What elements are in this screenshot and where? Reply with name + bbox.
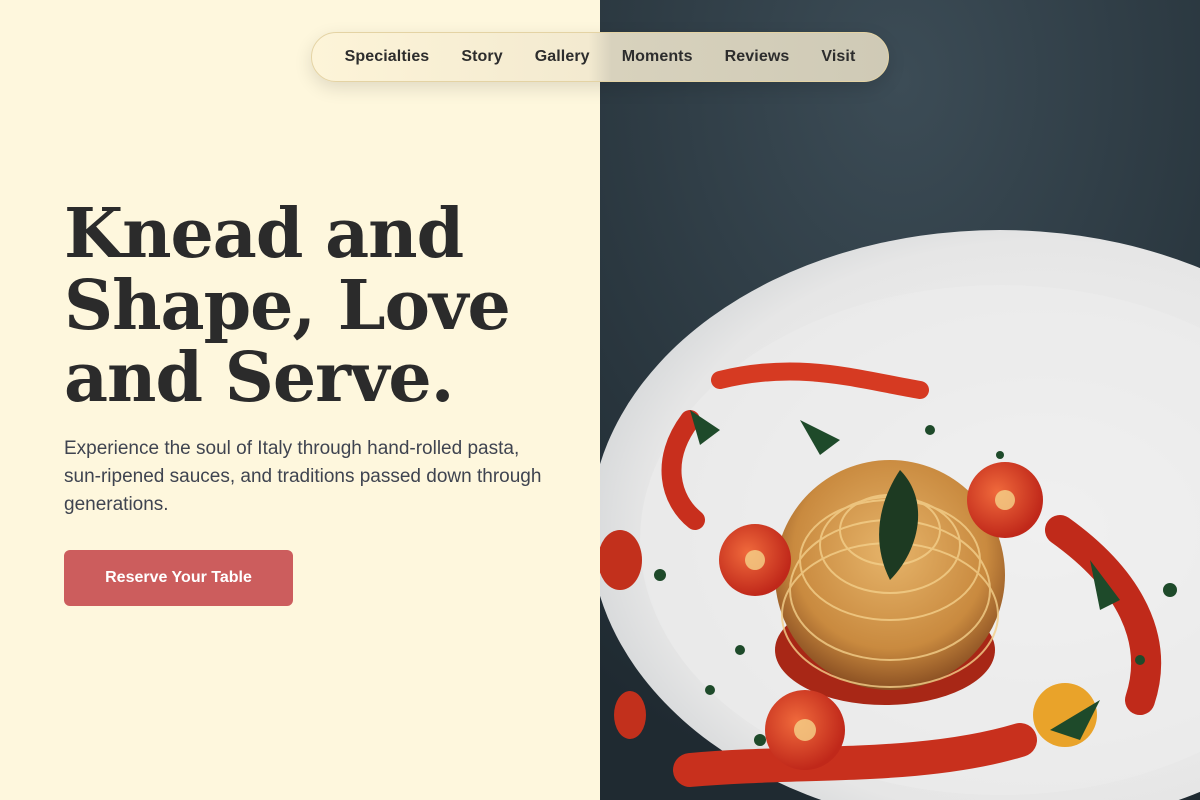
headline-line-2: Shape, Love [64, 266, 511, 346]
hero-headline: Knead and Shape, Love and Serve. [64, 198, 584, 414]
nav-link-reviews[interactable]: Reviews [725, 48, 790, 66]
headline-line-3: and Serve. [64, 338, 454, 418]
nav-link-moments[interactable]: Moments [622, 48, 693, 66]
hero-left-panel: Knead and Shape, Love and Serve. Experie… [0, 0, 600, 800]
nav-link-gallery[interactable]: Gallery [535, 48, 590, 66]
hero-subtitle: Experience the soul of Italy through han… [64, 438, 542, 515]
hero-food-image [600, 0, 1200, 800]
nav-link-specialties[interactable]: Specialties [345, 48, 430, 66]
nav-link-story[interactable]: Story [461, 48, 502, 66]
nav-link-visit[interactable]: Visit [821, 48, 855, 66]
main-nav: Specialties Story Gallery Moments Review… [311, 32, 889, 82]
pasta-plate-illustration [600, 0, 1200, 800]
reserve-table-button[interactable]: Reserve Your Table [64, 550, 293, 606]
headline-line-1: Knead and [64, 194, 464, 274]
